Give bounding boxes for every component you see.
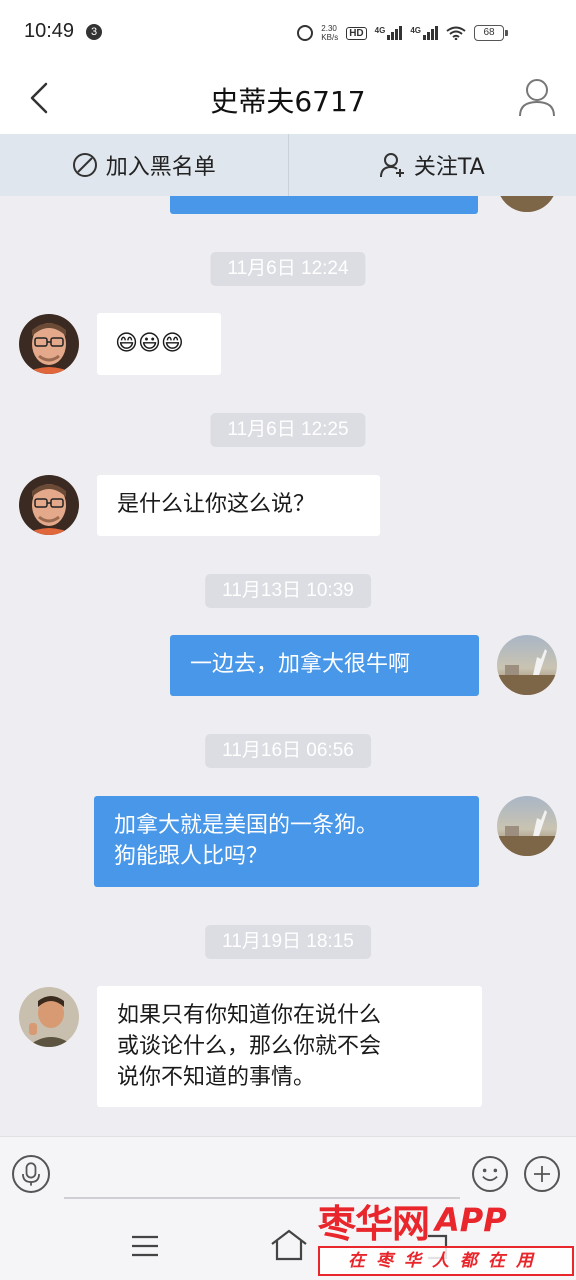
avatar[interactable] <box>19 314 79 374</box>
timestamp: 11月16日 06:56 <box>205 734 371 768</box>
plus-icon[interactable] <box>524 1156 560 1192</box>
timestamp: 11月6日 12:25 <box>210 413 366 447</box>
avatar[interactable] <box>19 475 79 535</box>
blacklist-label: 加入黑名单 <box>105 155 216 180</box>
add-user-icon <box>379 153 404 178</box>
message-bubble-outgoing[interactable]: 一边去，加拿大很牛啊 <box>170 635 479 696</box>
message-bubble-partial[interactable] <box>170 196 478 214</box>
wifi-icon <box>446 26 466 40</box>
follow-button[interactable]: 关注TA <box>289 134 576 196</box>
notification-badge: 3 <box>86 24 102 40</box>
chat-area[interactable]: 11月6日 12:24 😄😃😄 11月6日 12:25 是什么让你这么说？ 11… <box>0 196 576 1136</box>
message-bubble-incoming[interactable]: 😄😃😄 <box>97 313 221 375</box>
message-text: 狗能跟人比吗？ <box>114 844 269 869</box>
status-bar: 10:49 3 2.30 KB/s HD 4G 4G 68 <box>0 0 576 64</box>
signal-icon: 4G <box>375 26 403 40</box>
avatar[interactable] <box>497 196 557 212</box>
avatar[interactable] <box>19 987 79 1047</box>
watermark-logo: 枣华网 APP <box>318 1198 507 1246</box>
battery-icon: 68 <box>474 25 508 41</box>
message-text: 一边去，加拿大很牛啊 <box>190 652 411 677</box>
message-text: 或谈论什么，那么你就不会 <box>117 1034 382 1059</box>
home-icon[interactable] <box>270 1228 308 1262</box>
avatar[interactable] <box>497 796 557 856</box>
message-bubble-outgoing[interactable]: 加拿大就是美国的一条狗。 狗能跟人比吗？ <box>94 796 479 887</box>
emoji-smile: 😃 <box>137 331 161 356</box>
watermark-app: APP <box>435 1201 507 1239</box>
watermark-name: 枣华网 <box>318 1201 430 1246</box>
net-speed: 2.30 KB/s <box>321 24 339 42</box>
emoji-icon[interactable] <box>472 1156 508 1192</box>
microphone-icon[interactable] <box>12 1155 50 1193</box>
signal-icon: 4G <box>410 26 438 40</box>
emoji-grin: 😄 <box>115 331 138 356</box>
message-text: 如果只有你知道你在说什么 <box>117 1003 382 1028</box>
message-text: 加拿大就是美国的一条狗。 <box>114 813 379 838</box>
message-bubble-incoming[interactable]: 是什么让你这么说？ <box>97 475 380 536</box>
watermark-slogan: 在枣华人都在用 <box>318 1246 574 1276</box>
avatar[interactable] <box>497 635 557 695</box>
message-text: 说你不知道的事情。 <box>117 1065 316 1090</box>
watermark: 枣华网 APP 在枣华人都在用 <box>318 1198 574 1278</box>
profile-icon[interactable] <box>518 76 556 118</box>
message-bubble-incoming[interactable]: 如果只有你知道你在说什么 或谈论什么，那么你就不会 说你不知道的事情。 <box>97 986 482 1107</box>
menu-icon[interactable] <box>130 1234 160 1258</box>
action-bar: 加入黑名单 关注TA <box>0 134 576 196</box>
emoji-grin: 😄 <box>160 331 184 356</box>
follow-label: 关注TA <box>413 155 485 180</box>
timestamp: 11月19日 18:15 <box>205 925 371 959</box>
ban-icon <box>72 153 97 177</box>
status-time: 10:49 <box>24 20 75 42</box>
hd-icon: HD <box>346 26 367 40</box>
blacklist-button[interactable]: 加入黑名单 <box>0 134 288 196</box>
message-text: 是什么让你这么说？ <box>117 492 316 517</box>
timestamp: 11月13日 10:39 <box>205 574 371 608</box>
page-title: 史蒂夫6717 <box>210 85 366 118</box>
alarm-icon <box>297 25 314 41</box>
title-bar: 史蒂夫6717 <box>0 64 576 134</box>
timestamp: 11月6日 12:24 <box>210 252 366 286</box>
status-icons: 2.30 KB/s HD 4G 4G 68 <box>297 22 508 44</box>
